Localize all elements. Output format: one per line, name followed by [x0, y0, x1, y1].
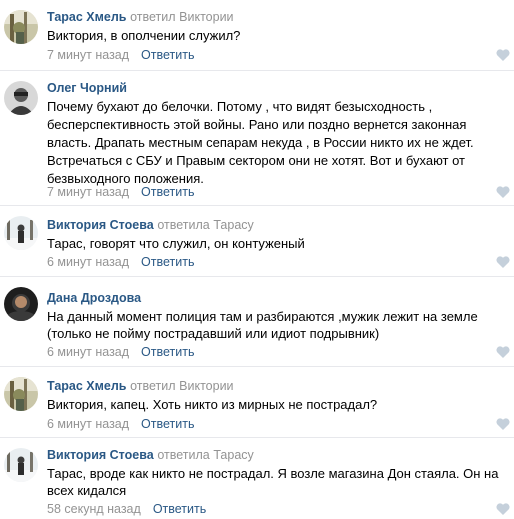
comment: Тарас Хмель ответил Виктории Виктория, к… — [0, 367, 514, 437]
reply-to-link[interactable]: Виктории — [179, 379, 233, 393]
comment: Олег Чорний Почему бухают до белочки. По… — [0, 71, 514, 205]
comment-header: Виктория Стоева ответила Тарасу — [47, 216, 254, 234]
timestamp[interactable]: 6 минут назад — [47, 417, 129, 431]
comment-header: Олег Чорний — [47, 79, 127, 97]
reply-button[interactable]: Ответить — [141, 417, 194, 431]
comment-text-line: бесперспективность этой войны. Рано или … — [47, 117, 467, 132]
reply-verb: ответил — [130, 10, 176, 24]
heart-icon[interactable] — [496, 256, 510, 268]
comment-text-line: Встречаться с СБУ и Правым сектором они … — [47, 153, 465, 168]
comment-text-line: Тарас, говорят что служил, он контуженый — [47, 236, 305, 251]
reply-verb: ответила — [157, 218, 210, 232]
author-link[interactable]: Тарас Хмель — [47, 10, 126, 24]
heart-icon[interactable] — [496, 49, 510, 61]
avatar-photo-portrait — [4, 81, 38, 115]
avatar[interactable] — [4, 10, 38, 44]
comment-text-line: Тарас, вроде как никто не пострадал. Я в… — [47, 466, 499, 481]
author-link[interactable]: Виктория Стоева — [47, 218, 154, 232]
comment-meta: 6 минут назад Ответить — [47, 253, 194, 271]
comment-meta: 7 минут назад Ответить — [47, 46, 194, 64]
reply-button[interactable]: Ответить — [153, 502, 206, 516]
avatar-photo-forest — [4, 10, 38, 44]
comment-text-line: Почему бухают до белочки. Потому , что в… — [47, 99, 433, 114]
timestamp[interactable]: 7 минут назад — [47, 48, 129, 62]
reply-to-link[interactable]: Тарасу — [213, 448, 253, 462]
comment-meta: 7 минут назад Ответить — [47, 183, 194, 201]
comment-text-line: Виктория, капец. Хоть никто из мирных не… — [47, 397, 378, 412]
timestamp[interactable]: 7 минут назад — [47, 185, 129, 199]
avatar[interactable] — [4, 216, 38, 250]
comment: Виктория Стоева ответила Тарасу Тарас, в… — [0, 438, 514, 519]
reply-to-link[interactable]: Тарасу — [213, 218, 253, 232]
heart-icon[interactable] — [496, 418, 510, 430]
heart-icon[interactable] — [496, 186, 510, 198]
avatar[interactable] — [4, 377, 38, 411]
author-link[interactable]: Виктория Стоева — [47, 448, 154, 462]
reply-button[interactable]: Ответить — [141, 345, 194, 359]
timestamp[interactable]: 58 секунд назад — [47, 502, 141, 516]
avatar-photo-forest — [4, 377, 38, 411]
reply-to-link[interactable]: Виктории — [179, 10, 233, 24]
heart-icon[interactable] — [496, 346, 510, 358]
author-link[interactable]: Тарас Хмель — [47, 379, 126, 393]
avatar[interactable] — [4, 287, 38, 321]
avatar-photo-snow — [4, 448, 38, 482]
comment-header: Тарас Хмель ответил Виктории — [47, 8, 234, 26]
comment-text-line: Виктория, в ополчении служил? — [47, 28, 241, 43]
avatar[interactable] — [4, 81, 38, 115]
comment-header: Тарас Хмель ответил Виктории — [47, 377, 234, 395]
comment: Тарас Хмель ответил Виктории Виктория, в… — [0, 0, 514, 70]
comment-meta: 6 минут назад Ответить — [47, 415, 194, 433]
timestamp[interactable]: 6 минут назад — [47, 255, 129, 269]
author-link[interactable]: Олег Чорний — [47, 81, 127, 95]
comment-text-line: всех кидался — [47, 483, 127, 498]
timestamp[interactable]: 6 минут назад — [47, 345, 129, 359]
comment-meta: 6 минут назад Ответить — [47, 343, 194, 361]
reply-verb: ответила — [157, 448, 210, 462]
avatar[interactable] — [4, 448, 38, 482]
comment-header: Виктория Стоева ответила Тарасу — [47, 446, 254, 464]
comment: Виктория Стоева ответила Тарасу Тарас, г… — [0, 206, 514, 276]
reply-button[interactable]: Ответить — [141, 48, 194, 62]
comment-text-line: (только не пойму пострадавший или идиот … — [47, 326, 380, 341]
reply-button[interactable]: Ответить — [141, 185, 194, 199]
reply-verb: ответил — [130, 379, 176, 393]
comment-header: Дана Дроздова — [47, 289, 141, 307]
comment: Дана Дроздова На данный момент полиция т… — [0, 277, 514, 366]
reply-button[interactable]: Ответить — [141, 255, 194, 269]
avatar-photo-dark — [4, 287, 38, 321]
author-link[interactable]: Дана Дроздова — [47, 291, 141, 305]
avatar-photo-snow — [4, 216, 38, 250]
comment-meta: 58 секунд назад Ответить — [47, 500, 206, 518]
heart-icon[interactable] — [496, 503, 510, 515]
comment-text-line: власть. Драпать местным сепарам некуда ,… — [47, 135, 474, 150]
comment-text-line: На данный момент полиция там и разбирают… — [47, 309, 478, 324]
